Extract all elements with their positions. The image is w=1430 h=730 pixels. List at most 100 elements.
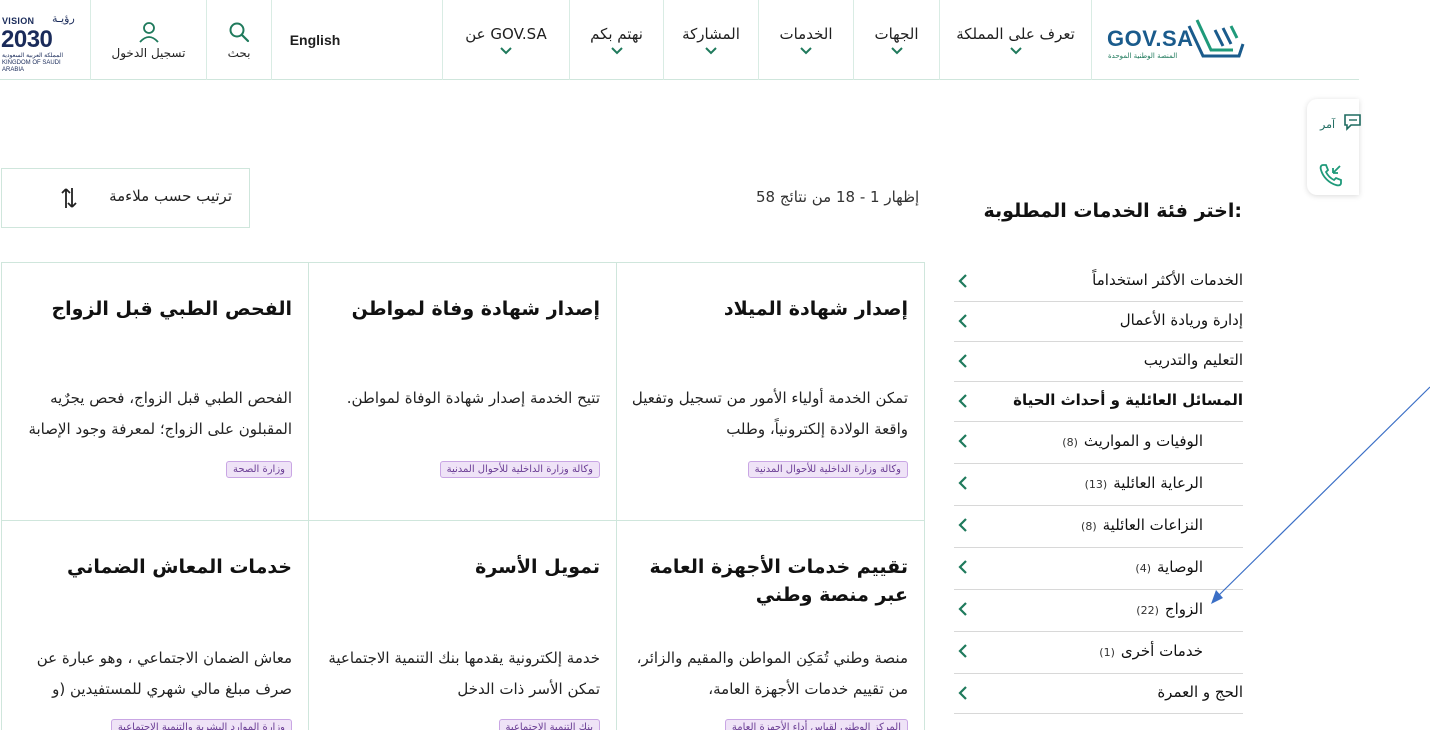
vision-number: 2030 [1,26,53,53]
nav-services-label: الخدمات [779,25,833,43]
phone-icon[interactable] [1317,161,1345,189]
vision-label: VISION [2,16,35,26]
subcategory-count: (1) [1099,646,1115,659]
service-card-title[interactable]: إصدار شهادة وفاة لمواطن [323,295,600,323]
chevron-left-icon [958,518,967,532]
search-label: بحث [227,45,251,60]
chevron-left-icon [958,274,967,288]
search-icon [229,22,250,42]
nav-participation-label: المشاركة [682,25,740,43]
gov-sa-emblem-icon [1187,19,1245,58]
category-item-family[interactable]: المسائل العائلية و أحداث الحياة [954,382,1243,422]
subcategory-count: (13) [1084,478,1108,491]
chevron-left-icon [958,602,967,616]
service-card[interactable]: إصدار شهادة وفاة لمواطن تتيح الخدمة إصدا… [309,263,617,521]
nav-agencies-label: الجهات [874,25,919,43]
subcategory-item-other[interactable]: خدمات أخرى (1) [954,632,1243,674]
gov-sa-logo-subtitle: المنصة الوطنية الموحدة [1108,52,1178,60]
service-card[interactable]: إصدار شهادة الميلاد تمكن الخدمة أولياء ا… [617,263,925,521]
amr-label[interactable]: آمر [1320,118,1335,131]
subcategory-item-deaths[interactable]: الوفيات و المواريث (8) [954,422,1243,464]
category-item-business[interactable]: إدارة وريادة الأعمال [954,302,1243,342]
subcategory-label: الوصاية [1156,558,1203,576]
nav-agencies[interactable]: الجهات [853,0,939,80]
search-button[interactable]: بحث [207,0,272,80]
subcategory-count: (22) [1136,604,1159,617]
chevron-left-icon [958,394,967,408]
chevron-left-icon [958,476,967,490]
login-label: تسجيل الدخول [111,45,186,60]
agency-badge: وزارة الموارد البشرية والتنمية الاجتماعي… [110,719,292,730]
login-button[interactable]: تسجيل الدخول [91,0,207,80]
subcategory-label: النزاعات العائلية [1102,516,1203,534]
category-title: اختر فئة الخدمات المطلوبة: [983,200,1242,222]
service-card-title[interactable]: الفحص الطبي قبل الزواج [16,295,292,323]
agency-badge: وكالة وزارة الداخلية للأحوال المدنية [439,461,600,478]
agency-badge: وكالة وزارة الداخلية للأحوال المدنية [747,461,908,478]
nav-about[interactable]: عن GOV.SA [442,0,569,80]
category-label: الحج و العمرة [1157,683,1243,701]
nav-services[interactable]: الخدمات [758,0,853,80]
service-card[interactable]: تمويل الأسرة خدمة إلكترونية يقدمها بنك ا… [309,521,617,730]
vision-label-ar: رؤيـة [52,12,75,25]
chat-icon[interactable] [1343,112,1361,132]
floating-contact-tab: آمر [1307,99,1361,195]
chevron-left-icon [958,354,967,368]
site-header: VISION رؤيـة 2030 المملكة العربية السعود… [0,0,1359,80]
chevron-down-icon [890,47,903,55]
subcategory-item-family-care[interactable]: الرعاية العائلية (13) [954,464,1243,506]
chevron-down-icon [1009,47,1022,55]
chevron-down-icon [800,47,812,55]
service-card-title[interactable]: تقييم خدمات الأجهزة العامة عبر منصة وطني [631,553,908,609]
sort-dropdown[interactable]: ترتيب حسب ملاءمة [1,168,250,228]
subcategory-label: خدمات أخرى [1120,642,1203,660]
category-item-hajj[interactable]: الحج و العمرة [954,674,1243,714]
vision-subtitle: المملكة العربية السعودية KINGDOM OF SAUD… [2,53,64,73]
chevron-down-icon [500,47,512,55]
nav-about-label: عن GOV.SA [465,25,547,43]
agency-badge: المركز الوطني لقياس أداء الأجهزة العامة [724,719,908,730]
nav-participation[interactable]: المشاركة [663,0,758,80]
subcategory-label: الوفيات و المواريث [1083,432,1203,450]
nav-care[interactable]: نهتم بكم [569,0,663,80]
chevron-left-icon [958,314,967,328]
service-card-description: تتيح الخدمة إصدار شهادة الوفاة لمواطن. [346,389,600,407]
service-card-title[interactable]: إصدار شهادة الميلاد [631,295,908,323]
chevron-down-icon [610,47,623,55]
service-card[interactable]: الفحص الطبي قبل الزواج الفحص الطبي قبل ا… [2,263,309,521]
user-icon [138,21,159,43]
category-label: الخدمات الأكثر استخداماً [1092,271,1243,289]
vision-2030-logo[interactable]: VISION رؤيـة 2030 المملكة العربية السعود… [0,0,91,80]
subcategory-item-disputes[interactable]: النزاعات العائلية (8) [954,506,1243,548]
chevron-left-icon [958,644,967,658]
subcategory-count: (4) [1135,562,1151,575]
chevron-left-icon [958,686,967,700]
service-card-description: منصة وطني تُمَكِن المواطن والمقيم والزائ… [636,649,908,698]
category-label: المسائل العائلية و أحداث الحياة [1013,391,1243,409]
language-switch[interactable]: English [272,0,358,80]
gov-sa-logo[interactable]: GOV.SA المنصة الوطنية الموحدة [1091,0,1359,80]
agency-badge: وزارة الصحة [226,461,292,478]
service-card-description: خدمة إلكترونية يقدمها بنك التنمية الاجتم… [328,649,600,698]
nav-know-kingdom-label: تعرف على المملكة [956,25,1075,43]
gov-sa-logo-text: GOV.SA [1107,26,1194,51]
service-card-title[interactable]: تمويل الأسرة [323,553,600,581]
category-item-most-used[interactable]: الخدمات الأكثر استخداماً [954,262,1243,302]
category-label: إدارة وريادة الأعمال [1119,311,1243,329]
subcategory-item-guardianship[interactable]: الوصاية (4) [954,548,1243,590]
service-card[interactable]: تقييم خدمات الأجهزة العامة عبر منصة وطني… [617,521,925,730]
chevron-left-icon [958,434,967,448]
service-card[interactable]: خدمات المعاش الضماني معاش الضمان الاجتما… [2,521,309,730]
subcategory-item-marriage[interactable]: الزواج (22) [954,590,1243,632]
category-list: الخدمات الأكثر استخداماً إدارة وريادة ال… [954,262,1243,714]
service-card-title[interactable]: خدمات المعاش الضماني [16,553,292,581]
category-label: التعليم والتدريب [1143,351,1243,369]
sort-icon [61,188,77,208]
chevron-down-icon [705,47,717,55]
nav-know-kingdom[interactable]: تعرف على المملكة [939,0,1091,80]
subcategory-count: (8) [1062,436,1078,449]
chevron-left-icon [958,560,967,574]
nav-care-label: نهتم بكم [590,25,643,43]
service-card-description: معاش الضمان الاجتماعي ، وهو عبارة عن صرف… [36,649,292,698]
category-item-education[interactable]: التعليم والتدريب [954,342,1243,382]
